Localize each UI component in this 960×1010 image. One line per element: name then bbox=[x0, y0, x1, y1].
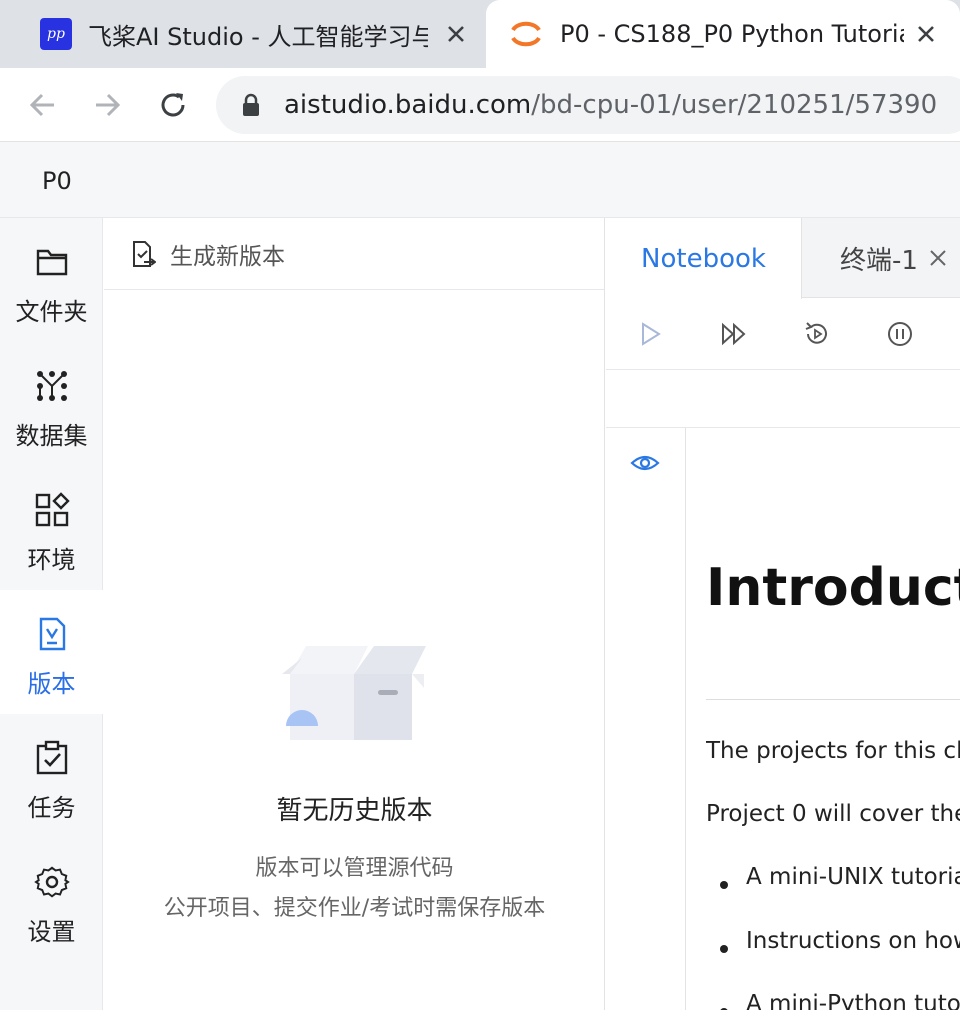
empty-state-description: 版本可以管理源代码 bbox=[255, 856, 454, 881]
close-icon[interactable] bbox=[928, 248, 948, 268]
sidebar-item-environment[interactable]: 环境 bbox=[0, 466, 103, 590]
dataset-icon bbox=[36, 371, 67, 401]
notebook-tabbar: Notebook 终端-1 bbox=[606, 218, 960, 299]
folder-icon bbox=[36, 249, 67, 276]
notebook-toolbar bbox=[606, 298, 960, 370]
notebook-heading: Introduction bbox=[706, 558, 960, 618]
restart-icon[interactable] bbox=[803, 320, 831, 348]
notebook-area: Notebook 终端-1 Introduction The projects … bbox=[606, 218, 960, 1010]
sidebar-item-label: 任务 bbox=[27, 794, 76, 822]
sidebar-item-dataset[interactable]: 数据集 bbox=[0, 342, 103, 466]
task-icon bbox=[36, 740, 67, 775]
sidebar-item-label: 环境 bbox=[27, 546, 76, 574]
tab-terminal[interactable]: 终端-1 bbox=[840, 218, 948, 298]
address-bar[interactable]: aistudio.baidu.com/bd-cpu-01/user/210251… bbox=[216, 76, 960, 134]
list-item: Instructions on how to set up the right … bbox=[746, 928, 960, 954]
environment-icon bbox=[35, 492, 70, 527]
jupyter-logo-icon bbox=[511, 21, 541, 47]
empty-state-title: 暂无历史版本 bbox=[276, 796, 433, 826]
browser-tab-title: P0 - CS188_P0 Python Tutorial bbox=[560, 20, 904, 48]
bullet-dot bbox=[720, 881, 728, 889]
sidebar-item-version[interactable]: 版本 bbox=[0, 590, 103, 714]
bullet-dot bbox=[720, 945, 728, 953]
run-icon[interactable] bbox=[636, 320, 664, 348]
notebook-cell-toolbar bbox=[606, 370, 960, 428]
sidebar-item-folder[interactable]: 文件夹 bbox=[0, 218, 103, 342]
url-path: /bd-cpu-01/user/210251/57390 bbox=[531, 90, 938, 120]
tab-terminal-label: 终端-1 bbox=[840, 245, 918, 276]
empty-state-description: 公开项目、提交作业/考试时需保存版本 bbox=[163, 896, 546, 921]
project-header: P0 bbox=[0, 142, 960, 218]
paddle-logo-icon: pp bbox=[40, 18, 72, 50]
sidebar-item-label: 数据集 bbox=[15, 422, 88, 450]
browser-tab-title: 飞桨AI Studio - 人工智能学习与实训社区 bbox=[88, 22, 428, 51]
project-name: P0 bbox=[42, 167, 72, 195]
sidebar-item-settings[interactable]: 设置 bbox=[0, 838, 103, 962]
notebook-paragraph: The projects for this class assume you u… bbox=[706, 738, 960, 764]
settings-icon bbox=[33, 866, 70, 898]
notebook-paragraph: Project 0 will cover the following: bbox=[706, 801, 960, 827]
close-icon[interactable] bbox=[442, 20, 470, 48]
list-item: A mini-UNIX tutorial (particularly impor… bbox=[746, 864, 960, 890]
new-version-label: 生成新版本 bbox=[170, 243, 285, 270]
interrupt-icon[interactable] bbox=[886, 320, 914, 348]
url-host: aistudio.baidu.com bbox=[284, 90, 532, 120]
cell-gutter bbox=[606, 428, 686, 1010]
tab-notebook[interactable]: Notebook bbox=[606, 218, 802, 299]
close-icon[interactable] bbox=[912, 20, 940, 48]
divider bbox=[706, 699, 960, 700]
sidebar-item-task[interactable]: 任务 bbox=[0, 714, 103, 838]
forward-arrow-icon[interactable] bbox=[92, 90, 122, 120]
run-all-icon[interactable] bbox=[720, 320, 748, 348]
sidebar-item-label: 文件夹 bbox=[15, 298, 88, 326]
lock-icon bbox=[243, 93, 259, 116]
browser-tab-p0[interactable]: P0 - CS188_P0 Python Tutorial bbox=[486, 0, 960, 68]
reload-icon[interactable] bbox=[158, 90, 188, 120]
browser-tab-strip: pp 飞桨AI Studio - 人工智能学习与实训社区 P0 - CS188_… bbox=[0, 0, 960, 68]
new-version-icon bbox=[133, 240, 156, 267]
url-text: aistudio.baidu.com/bd-cpu-01/user/210251… bbox=[284, 90, 937, 120]
list-item: A mini-Python tutorial, bbox=[746, 991, 960, 1010]
markdown-cell: Introduction The projects for this class… bbox=[706, 428, 960, 1010]
new-version-button[interactable]: 生成新版本 bbox=[104, 218, 604, 290]
back-arrow-icon[interactable] bbox=[28, 90, 58, 120]
browser-toolbar: aistudio.baidu.com/bd-cpu-01/user/210251… bbox=[0, 68, 960, 142]
empty-box-illustration bbox=[282, 646, 426, 740]
sidebar-item-label: 设置 bbox=[27, 918, 76, 946]
sidebar: 文件夹 数据集 环境 版本 任务 设置 bbox=[0, 218, 103, 1010]
eye-icon[interactable] bbox=[630, 450, 660, 476]
sidebar-item-label: 版本 bbox=[27, 670, 76, 698]
version-panel: 生成新版本 暂无历史版本 版本可以管理源代码 公开项目、提交作业/考试时需保存版… bbox=[104, 218, 605, 1010]
browser-tab-aistudio[interactable]: pp 飞桨AI Studio - 人工智能学习与实训社区 bbox=[0, 0, 486, 68]
version-icon bbox=[39, 617, 65, 651]
